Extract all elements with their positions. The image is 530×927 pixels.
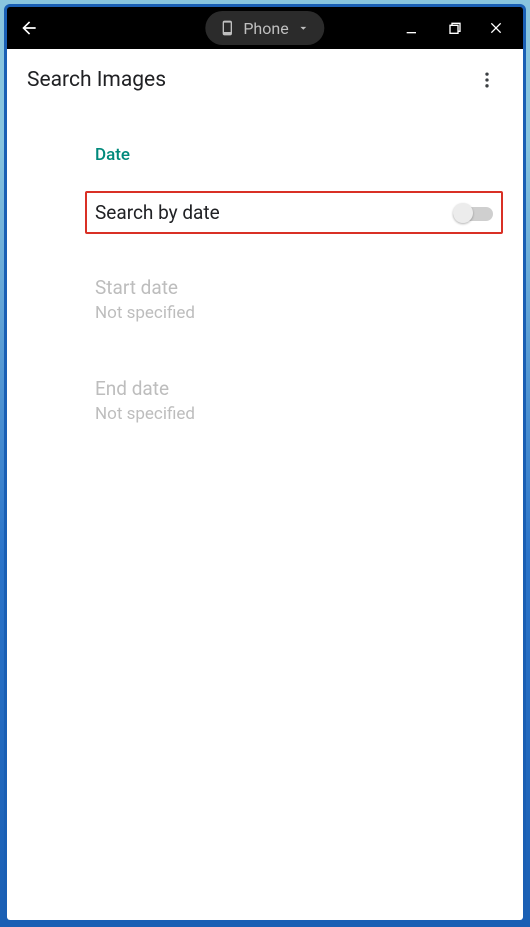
minimize-icon (404, 20, 420, 36)
page-title: Search Images (27, 68, 166, 92)
close-button[interactable] (485, 17, 507, 39)
app-screen: Search Images Date Search by date Start … (7, 49, 523, 920)
end-date-value: Not specified (95, 404, 503, 424)
end-date-label: End date (95, 377, 503, 400)
content-area: Date Search by date Start date Not speci… (7, 111, 523, 424)
close-icon (488, 20, 504, 36)
search-by-date-toggle[interactable] (453, 203, 493, 223)
switch-thumb (453, 203, 473, 223)
start-date-value: Not specified (95, 303, 503, 323)
device-label: Phone (243, 19, 288, 38)
more-vert-icon (477, 70, 497, 90)
start-date-item[interactable]: Start date Not specified (95, 276, 503, 323)
end-date-item[interactable]: End date Not specified (95, 377, 503, 424)
device-selector[interactable]: Phone (205, 11, 324, 45)
phone-icon (219, 18, 235, 38)
minimize-button[interactable] (401, 17, 423, 39)
app-header: Search Images (7, 49, 523, 111)
section-label-date: Date (95, 145, 503, 165)
chevron-down-icon (297, 21, 311, 35)
restore-icon (446, 20, 462, 36)
start-date-label: Start date (95, 276, 503, 299)
emulator-frame: Phone Search Images Date Search by (4, 4, 526, 923)
arrow-left-icon (19, 18, 39, 38)
back-button[interactable] (7, 7, 51, 49)
search-by-date-row[interactable]: Search by date (85, 191, 503, 234)
overflow-menu-button[interactable] (471, 64, 503, 96)
emulator-titlebar: Phone (7, 7, 523, 49)
restore-button[interactable] (443, 17, 465, 39)
search-by-date-label: Search by date (95, 201, 220, 224)
titlebar-right-controls (401, 17, 523, 39)
